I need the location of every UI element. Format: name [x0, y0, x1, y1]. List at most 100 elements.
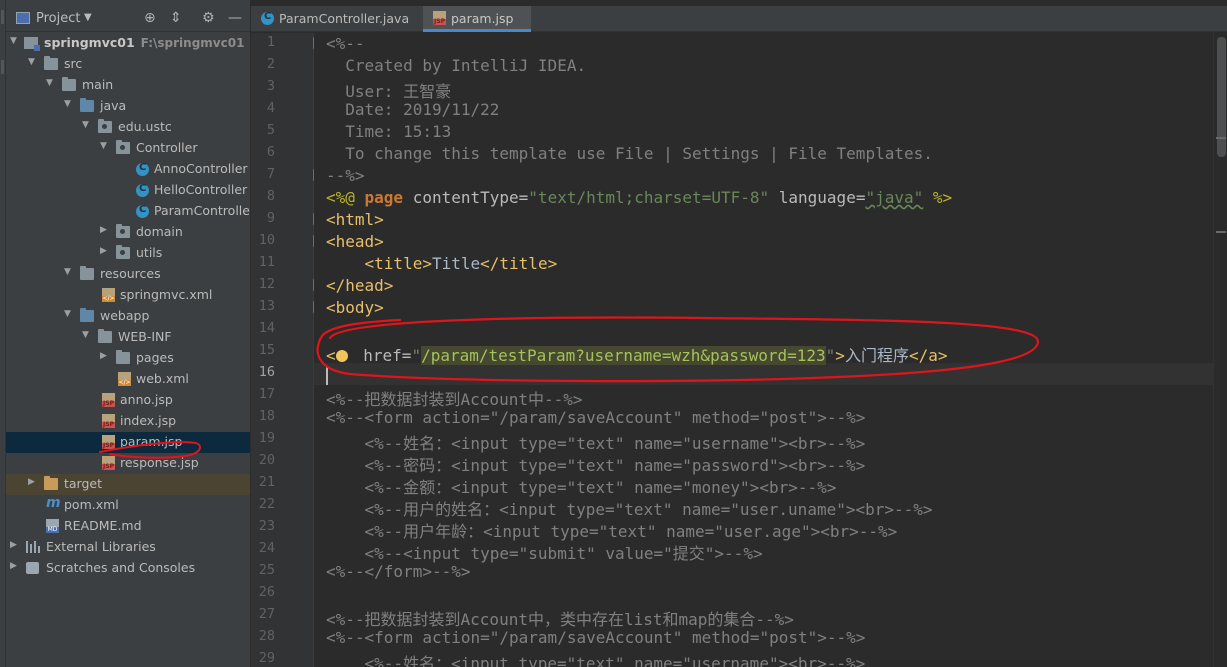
- lightbulb-icon[interactable]: [335, 350, 348, 362]
- tree-item-web-inf[interactable]: ▼ WEB-INF: [6, 327, 250, 348]
- xml-file-icon: [118, 372, 131, 386]
- code-line-24: <%--<input type="submit" value="提交">--%>: [326, 544, 763, 563]
- tree-item-anno-jsp[interactable]: anno.jsp: [6, 390, 250, 411]
- minimize-icon[interactable]: —: [228, 10, 242, 26]
- tree-item-utils[interactable]: ▶ utils: [6, 243, 250, 264]
- line-number: 11: [258, 254, 275, 270]
- structure-stripe-button[interactable]: [1, 60, 4, 74]
- tree-item-label: README.md: [64, 518, 142, 533]
- tree-item-label: webapp: [100, 308, 150, 323]
- locate-icon[interactable]: ⊕: [144, 10, 156, 26]
- code-line-5: Time: 15:13: [326, 122, 452, 141]
- tree-item-scratches[interactable]: ▶ Scratches and Consoles: [6, 558, 250, 579]
- package-icon: [98, 119, 112, 133]
- tree-item-label: AnnoController: [154, 161, 248, 176]
- editor-tab-bar: ParamController.java param.jsp: [251, 6, 1227, 32]
- stripe-marker[interactable]: [1216, 231, 1226, 233]
- tree-item-java[interactable]: ▼ java: [6, 96, 250, 117]
- tree-item-paramcontroller[interactable]: ParamController: [6, 201, 250, 222]
- tree-item-pom-xml[interactable]: m pom.xml: [6, 495, 250, 516]
- folder-icon: [98, 329, 112, 343]
- expand-arrow-icon[interactable]: ▼: [64, 267, 71, 277]
- collapse-arrow-icon[interactable]: ▶: [10, 540, 17, 550]
- scrollbar-thumb[interactable]: [1217, 37, 1226, 157]
- tree-item-main[interactable]: ▼ main: [6, 75, 250, 96]
- project-view-title[interactable]: Project: [36, 11, 80, 26]
- tree-item-webapp[interactable]: ▼ webapp: [6, 306, 250, 327]
- tree-item-label: edu.ustc: [118, 119, 172, 134]
- collapse-arrow-icon[interactable]: ▶: [100, 246, 107, 256]
- scratches-icon: [26, 562, 39, 574]
- tree-item-domain[interactable]: ▶ domain: [6, 222, 250, 243]
- expand-arrow-icon[interactable]: ▼: [82, 120, 89, 130]
- tree-item-index-jsp[interactable]: index.jsp: [6, 411, 250, 432]
- expand-arrow-icon[interactable]: ▼: [100, 141, 107, 151]
- tree-item-pages[interactable]: ▶ pages: [6, 348, 250, 369]
- tree-item-label: target: [64, 476, 103, 491]
- jsp-file-icon: [102, 414, 115, 428]
- code-line-1: <%--: [326, 34, 365, 53]
- code-line-3: User: 王智豪: [326, 82, 452, 101]
- resources-folder-icon: [80, 266, 94, 280]
- line-number: 14: [258, 320, 275, 336]
- code-line-20: <%--密码：<input type="text" name="password…: [326, 456, 866, 475]
- tree-item-param-jsp[interactable]: param.jsp: [6, 432, 250, 453]
- expand-arrow-icon[interactable]: ▼: [64, 99, 71, 109]
- tree-item-springmvc-xml[interactable]: springmvc.xml: [6, 285, 250, 306]
- tree-item-resources[interactable]: ▼ resources: [6, 264, 250, 285]
- tree-item-src[interactable]: ▼ src: [6, 54, 250, 75]
- code-line-27: <%--把数据封装到Account中，类中存在list和map的集合--%>: [326, 610, 794, 629]
- collapse-arrow-icon[interactable]: ▶: [10, 561, 17, 571]
- line-number-gutter[interactable]: 1 2 3 4 5 6 7 8 9 10 11 12 13 14 15 16 1…: [251, 33, 323, 667]
- jsp-file-icon: [102, 456, 115, 470]
- tree-item-label: web.xml: [136, 371, 189, 386]
- tree-item-label: Controller: [136, 140, 198, 155]
- tree-item-label: response.jsp: [120, 455, 199, 470]
- stripe-marker[interactable]: [1216, 137, 1226, 139]
- project-stripe-button[interactable]: [1, 10, 4, 24]
- current-line-highlight: [314, 363, 1214, 385]
- code-line-22: <%--用户的姓名：<input type="text" name="user.…: [326, 500, 933, 519]
- code-line-21: <%--金额：<input type="text" name="money"><…: [326, 478, 837, 497]
- expand-arrow-icon[interactable]: ▼: [46, 78, 53, 88]
- expand-arrow-icon[interactable]: ▼: [28, 57, 35, 67]
- code-editor[interactable]: <%-- Created by IntelliJ IDEA. User: 王智豪…: [314, 33, 1227, 667]
- expand-arrow-icon[interactable]: ▼: [82, 330, 89, 340]
- code-line-8: <%@ page contentType="text/html;charset=…: [326, 188, 953, 207]
- collapse-all-icon[interactable]: ⇕: [170, 10, 182, 26]
- gear-icon[interactable]: ⚙: [202, 10, 215, 26]
- tree-item-response-jsp[interactable]: response.jsp: [6, 453, 250, 474]
- code-line-4: Date: 2019/11/22: [326, 100, 500, 119]
- line-number: 20: [258, 452, 275, 468]
- tree-item-external-libraries[interactable]: ▶ External Libraries: [6, 537, 250, 558]
- package-icon: [116, 140, 130, 154]
- tree-item-web-xml[interactable]: web.xml: [6, 369, 250, 390]
- libraries-icon: [26, 541, 40, 553]
- line-number: 4: [266, 100, 275, 116]
- java-class-icon: [136, 204, 149, 218]
- tree-item-edu-ustc[interactable]: ▼ edu.ustc: [6, 117, 250, 138]
- tree-item-label: java: [100, 98, 127, 113]
- collapse-arrow-icon[interactable]: ▶: [28, 477, 35, 487]
- highlighted-url: /param/testParam?username=wzh&password=1…: [421, 346, 826, 365]
- tree-item-label: External Libraries: [46, 539, 156, 554]
- collapse-arrow-icon[interactable]: ▶: [100, 225, 107, 235]
- tree-item-target[interactable]: ▶ target: [6, 474, 250, 495]
- line-number: 28: [258, 628, 275, 644]
- tree-item-annocontroller[interactable]: AnnoController: [6, 159, 250, 180]
- tree-item-controller[interactable]: ▼ Controller: [6, 138, 250, 159]
- expand-arrow-icon[interactable]: ▼: [10, 36, 17, 46]
- code-line-10: <head>: [326, 232, 384, 251]
- tree-item-hellocontroller[interactable]: HelloController: [6, 180, 250, 201]
- tree-item-readme-md[interactable]: README.md: [6, 516, 250, 537]
- tree-item-springmvc01[interactable]: ▼ springmvc01 F:\springmvc01: [6, 33, 250, 54]
- chevron-down-icon[interactable]: ▼: [84, 12, 92, 23]
- expand-arrow-icon[interactable]: ▼: [64, 309, 71, 319]
- excluded-folder-icon: [44, 476, 58, 490]
- error-stripe[interactable]: [1213, 33, 1227, 667]
- tree-item-label: param.jsp: [120, 434, 183, 449]
- collapse-arrow-icon[interactable]: ▶: [100, 351, 107, 361]
- tree-item-label: WEB-INF: [118, 329, 172, 344]
- tab-paramcontroller-java[interactable]: ParamController.java: [251, 6, 421, 32]
- tab-param-jsp[interactable]: param.jsp: [423, 6, 531, 32]
